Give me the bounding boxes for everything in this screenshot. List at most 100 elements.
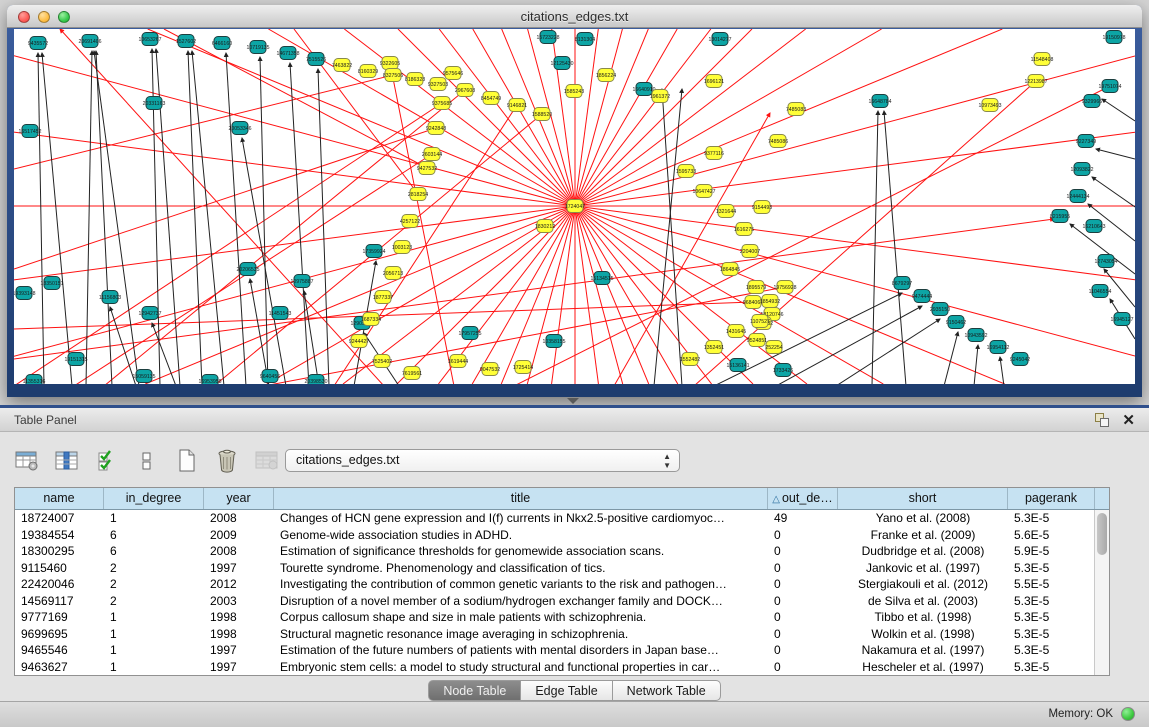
network-node[interactable]: 7515526 [306,53,326,66]
network-node[interactable]: 19393148 [14,287,36,300]
citation-edge-black[interactable] [974,345,978,384]
citation-edge-black[interactable] [242,138,286,384]
citation-edge-red[interactable] [14,75,393,169]
network-node[interactable]: 1696121 [704,75,724,88]
table-row[interactable]: 1830029562008Estimation of significance … [15,543,1109,560]
vertical-scrollbar[interactable] [1094,510,1109,675]
network-node[interactable]: 10358155 [542,335,565,348]
network-node[interactable]: 1585243 [564,85,584,98]
network-node[interactable]: 9242848 [426,122,446,135]
table-row[interactable]: 1938455462009Genome-wide association stu… [15,527,1109,544]
network-node[interactable]: 16210643 [1082,220,1105,233]
network-node[interactable]: 9377116 [704,147,724,160]
network-node[interactable]: 1619444 [448,355,468,368]
citation-edge-black[interactable] [290,63,309,384]
network-node[interactable]: 1352451 [704,341,724,354]
network-node[interactable]: 10719135 [246,41,269,54]
network-node[interactable]: 9150462 [946,316,966,329]
network-node[interactable]: 19150978 [1102,31,1125,44]
network-node[interactable]: 1588520 [532,108,552,121]
network-node[interactable]: 2967608 [455,84,475,97]
network-node[interactable]: 9427532 [417,162,437,175]
network-node[interactable]: 8327506 [383,69,403,82]
network-node[interactable]: 9227349 [1076,135,1096,148]
table-selector-dropdown[interactable]: citations_edges.txt ▲▼ [285,449,680,472]
column-header-in_degree[interactable]: in_degree [104,488,204,509]
citation-edge-black[interactable] [836,319,940,384]
citation-edge-black[interactable] [1096,149,1135,159]
tab-network-table[interactable]: Network Table [613,680,721,701]
delete-columns-icon[interactable] [214,448,240,474]
citation-edge-red[interactable] [575,206,649,384]
select-all-columns-icon[interactable] [94,448,120,474]
network-node[interactable]: 2818254 [408,188,428,201]
panel-splitter-handle[interactable] [567,398,579,404]
network-node[interactable]: 12213987 [1024,75,1047,88]
citation-edge-red[interactable] [148,29,575,206]
network-node[interactable]: 9146821 [507,99,527,112]
network-node[interactable]: 1877337 [373,291,393,304]
network-node[interactable]: 16945127 [1110,313,1133,326]
network-node[interactable]: 20691406 [78,35,101,48]
network-node[interactable]: 13014277 [708,33,731,46]
network-node[interactable]: 2204007 [740,245,760,258]
network-node[interactable]: 9575646 [443,67,463,80]
table-row[interactable]: 911546021997Tourette syndrome. Phenomeno… [15,560,1109,577]
network-node[interactable]: 7485086 [768,135,788,148]
citation-edge-black[interactable] [38,53,44,384]
network-node[interactable]: 19151315 [64,353,87,366]
network-node[interactable]: 15134515 [590,272,613,285]
table-row[interactable]: 969969511998Structural magnetic resonanc… [15,626,1109,643]
citation-edge-red[interactable] [575,132,1135,206]
table-row[interactable]: 1872400712008Changes of HCN gene express… [15,510,1109,527]
table-row[interactable]: 2242004622012Investigating the contribut… [15,576,1109,593]
network-node[interactable]: 12743054 [1094,255,1117,268]
network-node[interactable]: 7619561 [402,367,422,380]
network-node[interactable]: 11451543 [269,307,292,320]
network-node[interactable]: 11156803 [99,291,121,304]
network-node[interactable]: 17957255 [458,327,481,340]
network-node[interactable]: 7485083 [786,103,806,116]
column-header-out_de[interactable]: △out_de… [768,488,838,509]
network-node[interactable]: 1595733 [676,165,696,178]
tab-edge-table[interactable]: Edge Table [521,680,612,701]
network-node[interactable]: 10973493 [978,99,1001,112]
table-row[interactable]: 1456911722003Disruption of a novel membe… [15,593,1109,610]
citation-edge-black[interactable] [94,51,139,384]
float-panel-icon[interactable] [1095,413,1109,427]
network-node[interactable]: 9329966 [1082,95,1102,108]
network-node[interactable]: 9245042 [1010,353,1030,366]
network-node[interactable]: 16954112 [987,341,1010,354]
network-node[interactable]: 10943592 [964,329,987,342]
network-node[interactable]: 8454749 [481,92,501,105]
network-node[interactable]: 20053346 [228,122,251,135]
network-node[interactable]: 1616275 [734,223,754,236]
citation-edge-red[interactable] [575,29,677,206]
show-columns-icon[interactable] [54,448,80,474]
network-node[interactable]: 9524851 [747,334,767,347]
network-node[interactable]: 1527602 [176,35,196,48]
network-node[interactable]: 1552482 [680,353,700,366]
network-node[interactable]: 8215955 [1050,210,1070,223]
network-node[interactable]: 1431645 [726,325,746,338]
citation-edge-red[interactable] [575,29,622,206]
citation-edge-red[interactable] [14,103,442,384]
network-node[interactable]: 1107527 [750,315,770,328]
network-node[interactable]: 9154493 [752,201,772,214]
citation-edge-red[interactable] [575,206,623,384]
column-header-short[interactable]: short [838,488,1008,509]
network-node[interactable]: 8131304 [575,33,595,46]
scrollbar-thumb[interactable] [1097,513,1107,555]
table-row[interactable]: 946362711997Embryonic stem cells: a mode… [15,659,1109,676]
network-node[interactable]: 9435572 [28,37,48,50]
citation-edge-red[interactable] [473,29,575,206]
network-node[interactable]: 9640456 [260,370,280,383]
citation-edge-red[interactable] [575,206,883,384]
network-canvas[interactable]: 9435572206914061065326715276026466160107… [14,29,1135,384]
network-node[interactable]: 1895579 [746,281,766,294]
network-node[interactable]: 2603144 [422,148,442,161]
network-node[interactable]: 15723228 [536,31,559,44]
network-node[interactable]: 12093822 [1070,163,1093,176]
network-node[interactable]: 7463822 [332,59,352,72]
citation-edge-black[interactable] [226,53,246,384]
